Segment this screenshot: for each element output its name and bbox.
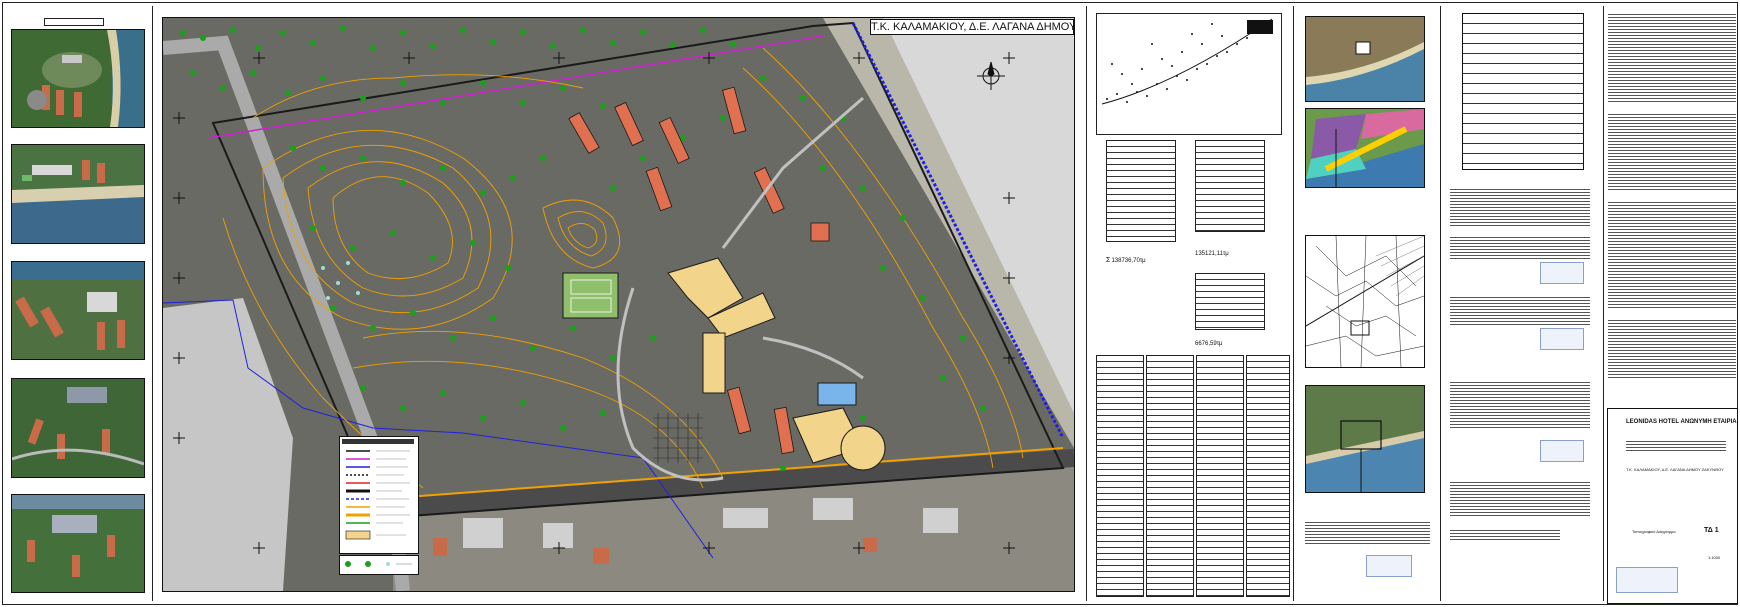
engineer-stamp (1366, 555, 1412, 577)
coordinates-table (1146, 355, 1194, 597)
location-text: Τ.Κ. ΚΑΛΑΜΑΚΙΟΥ, Δ.Ε. ΛΑΓΑΝΑ ΔΗΜΟΥ ΖΑΚΥΝ… (1626, 467, 1724, 472)
title-block: LEONIDAS HOTEL ΑΝΩΝΥΜΗ ΕΤΑΙΡΙΑ Τ.Κ. ΚΑΛΑ… (1607, 408, 1738, 604)
notes-paragraph (1608, 12, 1736, 104)
engineer-stamp (1616, 567, 1678, 593)
coordinates-table (1106, 140, 1176, 242)
overview-point-map (1096, 13, 1282, 135)
area-sum-3-value: 6676,59τμ (1195, 341, 1223, 347)
map-title: Τ.Κ. ΚΑΛΑΜΑΚΙΟΥ, Δ.Ε. ΛΑΓΑΝΑ ΔΗΜΟΥ ΖΑΚΥΝ… (870, 19, 1074, 35)
topographic-site-map: Τ.Κ. ΚΑΛΑΜΑΚΙΟΥ, Δ.Ε. ΛΑΓΑΝΑ ΔΗΜΟΥ ΖΑΚΥΝ… (162, 17, 1075, 592)
cadastral-map-image (1305, 235, 1425, 368)
report-paragraph (1450, 295, 1590, 325)
aerial-photos-column (8, 14, 148, 596)
zoning-map-content (1306, 109, 1424, 187)
coordinates-table (1195, 140, 1265, 232)
drawing-type: Τοπογραφικό Διάγραμμα (1632, 529, 1676, 534)
aerial-photo-image (12, 262, 144, 359)
aerial-photo (11, 261, 145, 360)
report-paragraph (1305, 520, 1430, 544)
area-sum-1-prefix: Σ (1106, 257, 1111, 264)
area-sum-2: 135121,11τμ (1195, 250, 1229, 258)
company-name: LEONIDAS HOTEL ΑΝΩΝΥΜΗ ΕΤΑΙΡΙΑ (1626, 419, 1737, 425)
aerial-photo (11, 144, 145, 244)
area-sum-2-value: 135121,11τμ (1195, 251, 1229, 257)
point-cloud-plot (1101, 18, 1273, 105)
project-description (1626, 439, 1726, 451)
column-divider (1440, 6, 1441, 601)
aerial-photo-image (12, 495, 144, 592)
area-sum-1-value: 138736,70τμ (1111, 258, 1146, 264)
report-paragraph (1450, 528, 1560, 540)
aerial-photo (11, 29, 145, 128)
column-divider (1293, 6, 1294, 601)
aerial-photo-image (11, 379, 145, 477)
project-data-table (1462, 13, 1584, 170)
satellite-image (1305, 16, 1425, 102)
report-paragraph (1450, 187, 1590, 227)
cadastral-map-content (1305, 235, 1425, 368)
column-divider (1086, 6, 1087, 601)
coordinates-table (1196, 355, 1244, 597)
photos-title (44, 18, 104, 26)
column-divider (152, 6, 153, 601)
legend-symbols (342, 439, 414, 540)
engineer-stamp (1540, 440, 1584, 462)
area-sum-3: 6676,59τμ (1195, 340, 1223, 348)
drawing-scale: 1:1000 (1708, 555, 1721, 560)
notes-paragraph (1608, 200, 1736, 310)
zoning-map-image (1305, 108, 1425, 188)
report-paragraph (1450, 380, 1590, 430)
coordinates-table (1096, 355, 1144, 597)
area-sum-1: Σ 138736,70τμ (1106, 257, 1186, 264)
report-paragraph (1450, 235, 1590, 261)
aerial-photo-image (12, 30, 144, 127)
orthophoto-image (1305, 385, 1425, 493)
orthophoto-content (1306, 386, 1424, 492)
satellite-image-content (1306, 17, 1424, 101)
engineer-stamp (1540, 328, 1584, 350)
map-legend-secondary (339, 555, 419, 575)
notes-paragraph (1608, 112, 1736, 192)
aerial-photo (11, 494, 145, 593)
aerial-photo-image (12, 145, 144, 243)
legend-tree-symbols (345, 561, 412, 567)
aerial-photo (11, 378, 145, 478)
site-plan-drawing (163, 18, 1074, 591)
notes-paragraph (1608, 318, 1736, 378)
coordinates-table (1246, 355, 1290, 597)
coordinates-table (1195, 273, 1265, 330)
column-divider (1603, 6, 1604, 601)
report-paragraph (1450, 480, 1590, 516)
drawing-number: ΤΔ 1 (1704, 527, 1719, 534)
map-legend (339, 436, 419, 554)
engineer-stamp (1540, 262, 1584, 284)
